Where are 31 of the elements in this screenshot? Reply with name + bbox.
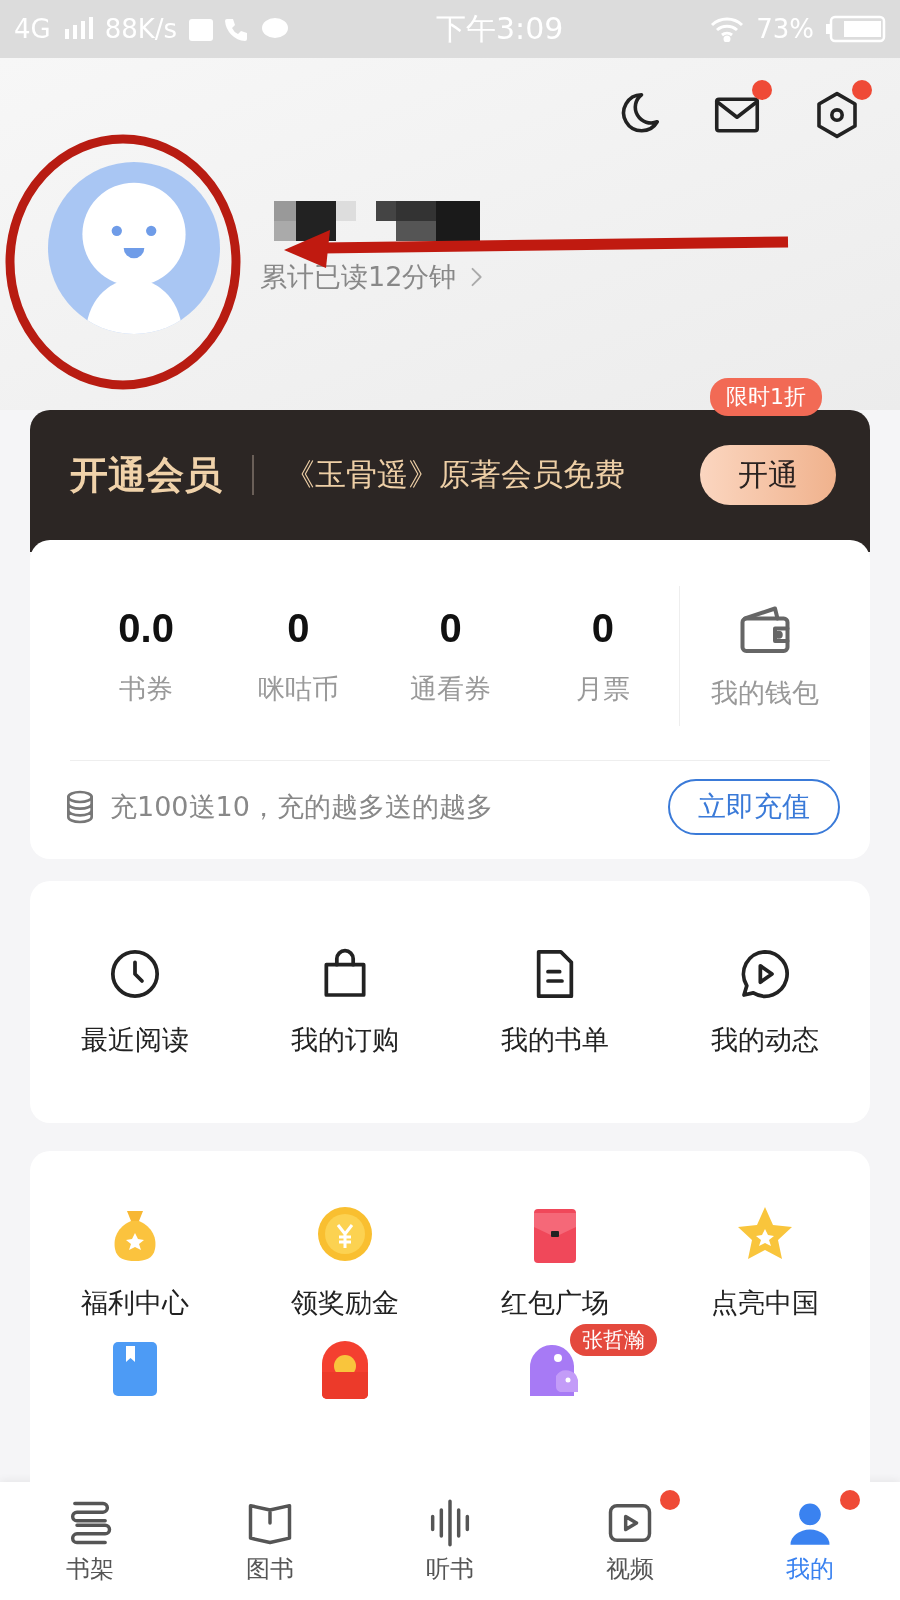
shortcut-label[interactable]: 最近阅读 [81, 1022, 189, 1058]
stat-label: 通看券 [410, 671, 492, 706]
membership-title: 开通会员 [70, 450, 222, 499]
wifi-icon [710, 16, 745, 42]
feature-label[interactable]: 红包广场 [501, 1285, 609, 1321]
stat-value: 0 [591, 605, 614, 651]
tab[interactable]: 图书 [180, 1482, 360, 1600]
stat-label: 书券 [119, 671, 174, 706]
shortcut-label[interactable]: 我的动态 [711, 1022, 819, 1058]
tab[interactable]: 视频 [540, 1482, 720, 1600]
tab[interactable]: 听书 [360, 1482, 540, 1600]
stat-value: 0 [439, 605, 462, 651]
stat-label: 月票 [575, 671, 630, 706]
activate-button[interactable]: 开通 [700, 445, 836, 505]
signal-icon [62, 17, 93, 41]
promo-text: 《玉骨遥》原著会员免费 [284, 455, 626, 494]
shortcut-label[interactable]: 我的订购 [291, 1022, 399, 1058]
feature-label[interactable]: 福利中心 [81, 1285, 189, 1321]
name-badge: 张哲瀚 [570, 1324, 657, 1356]
stat-value: 0.0 [118, 605, 174, 651]
stat-value: 0 [287, 605, 310, 651]
tab[interactable]: 书架 [0, 1482, 180, 1600]
recharge-promo: 充100送10，充的越多送的越多 [110, 790, 494, 824]
shortcut-label[interactable]: 我的书单 [501, 1022, 609, 1058]
discount-tag: 限时1折 [710, 378, 822, 416]
battery-icon [826, 15, 886, 43]
recharge-button[interactable]: 立即充值 [668, 779, 840, 835]
feature-label[interactable]: 领奖励金 [291, 1285, 399, 1321]
stat-label: 咪咕币 [257, 671, 339, 706]
feature-label[interactable]: 点亮中国 [711, 1285, 819, 1321]
tab[interactable]: 我的 [720, 1482, 900, 1600]
